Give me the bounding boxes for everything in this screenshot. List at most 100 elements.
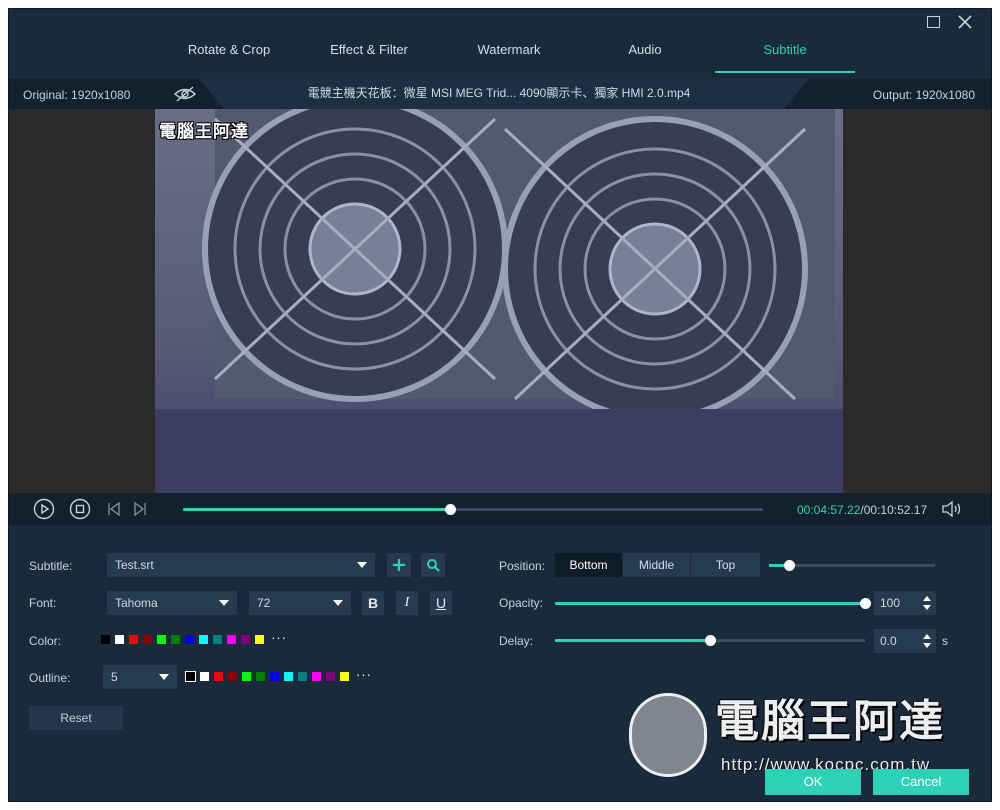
color-swatch[interactable]: [199, 635, 208, 644]
fans-image: [155, 109, 843, 493]
seek-slider[interactable]: [183, 504, 763, 515]
color-swatch[interactable]: [326, 672, 335, 681]
play-icon[interactable]: [33, 498, 55, 520]
position-middle-button[interactable]: Middle: [623, 553, 691, 577]
color-swatch[interactable]: [227, 635, 236, 644]
color-swatch[interactable]: [284, 672, 293, 681]
position-top-button[interactable]: Top: [691, 553, 761, 577]
color-swatch[interactable]: [185, 635, 194, 644]
video-preview: 電腦王阿達: [9, 109, 991, 493]
mascot-logo: [629, 693, 707, 777]
preview-watermark: 電腦王阿達: [159, 122, 249, 141]
color-swatch[interactable]: [213, 635, 222, 644]
decrement-arrow-icon[interactable]: [923, 605, 931, 610]
delay-value: 0.0: [880, 634, 897, 648]
font-color-palette: ···: [101, 630, 311, 645]
chevron-down-icon: [333, 600, 343, 606]
position-offset-slider[interactable]: [769, 560, 935, 571]
original-resolution: Original: 1920x1080: [23, 88, 131, 102]
color-swatch[interactable]: [200, 672, 209, 681]
outline-width-value: 5: [111, 670, 118, 684]
subtitle-label: Subtitle:: [29, 559, 73, 573]
decrement-arrow-icon[interactable]: [923, 643, 931, 648]
position-offset-handle[interactable]: [783, 560, 795, 571]
seek-handle[interactable]: [444, 504, 456, 515]
stop-icon[interactable]: [69, 498, 91, 520]
tab-subtitle[interactable]: Subtitle: [715, 37, 855, 73]
tab-rotate-crop[interactable]: Rotate & Crop: [159, 37, 299, 73]
color-swatch[interactable]: [256, 672, 265, 681]
eye-off-icon[interactable]: [174, 86, 196, 102]
color-swatch[interactable]: [214, 672, 223, 681]
color-swatch[interactable]: [143, 635, 152, 644]
tab-bar: Rotate & Crop Effect & Filter Watermark …: [159, 37, 859, 73]
next-frame-icon[interactable]: [129, 498, 151, 520]
color-swatch[interactable]: [101, 635, 110, 644]
color-swatch[interactable]: [129, 635, 138, 644]
opacity-label: Opacity:: [499, 596, 544, 610]
color-swatch[interactable]: [228, 672, 237, 681]
seek-progress: [183, 508, 450, 511]
tab-audio[interactable]: Audio: [575, 37, 715, 73]
subtitle-file-select[interactable]: Test.srt: [107, 553, 375, 577]
delay-unit: s: [942, 634, 948, 648]
underline-button[interactable]: U: [430, 591, 452, 615]
color-swatch[interactable]: [312, 672, 321, 681]
color-swatch[interactable]: [255, 635, 264, 644]
chevron-down-icon: [357, 562, 367, 568]
color-swatch[interactable]: [298, 672, 307, 681]
ok-button[interactable]: OK: [765, 769, 861, 795]
font-size-select[interactable]: 72: [249, 591, 351, 615]
left-fan: [202, 109, 508, 402]
opacity-handle[interactable]: [860, 598, 871, 609]
outline-width-select[interactable]: 5: [103, 665, 177, 689]
close-button[interactable]: [955, 12, 975, 32]
italic-button[interactable]: I: [396, 591, 418, 615]
position-segmented-control: Bottom Middle Top: [555, 553, 761, 577]
color-swatch[interactable]: [171, 635, 180, 644]
volume-icon[interactable]: [941, 499, 963, 519]
position-bottom-button[interactable]: Bottom: [555, 553, 623, 577]
color-swatch[interactable]: [270, 672, 279, 681]
cancel-button[interactable]: Cancel: [873, 769, 969, 795]
reset-button[interactable]: Reset: [29, 706, 123, 730]
current-time: 00:04:57.22: [797, 503, 861, 517]
font-family-value: Tahoma: [115, 596, 158, 610]
color-swatch[interactable]: [340, 672, 349, 681]
maximize-button[interactable]: [923, 12, 943, 32]
delay-handle[interactable]: [705, 635, 716, 646]
opacity-slider[interactable]: [555, 598, 871, 609]
subtitle-editor-window: Rotate & Crop Effect & Filter Watermark …: [8, 8, 992, 802]
font-label: Font:: [29, 596, 57, 610]
tab-effect-filter[interactable]: Effect & Filter: [299, 37, 439, 73]
color-swatch[interactable]: [242, 672, 251, 681]
bold-button[interactable]: B: [362, 591, 384, 615]
delay-slider[interactable]: [555, 635, 865, 646]
outline-label: Outline:: [29, 671, 71, 685]
position-label: Position:: [499, 559, 546, 573]
color-swatch[interactable]: [241, 635, 250, 644]
more-colors-button[interactable]: ···: [271, 630, 287, 645]
brand-title: 電腦王阿達: [715, 697, 945, 746]
time-display: 00:04:57.22/00:10:52.17: [797, 503, 927, 517]
color-swatch[interactable]: [185, 671, 196, 682]
previous-frame-icon[interactable]: [103, 498, 125, 520]
delay-fill: [555, 639, 710, 642]
color-swatch[interactable]: [115, 635, 124, 644]
video-filename: 電競主機天花板：微星 MSI MEG Trid... 4090顯示卡、獨家 HM…: [307, 86, 691, 100]
font-family-select[interactable]: Tahoma: [107, 591, 237, 615]
color-swatch[interactable]: [157, 635, 166, 644]
more-outline-colors-button[interactable]: ···: [356, 667, 372, 682]
font-size-value: 72: [257, 596, 271, 610]
opacity-value: 100: [880, 596, 901, 610]
increment-arrow-icon[interactable]: [923, 634, 931, 639]
subtitle-file-value: Test.srt: [115, 558, 154, 572]
add-subtitle-button[interactable]: [387, 553, 411, 577]
delay-label: Delay:: [499, 634, 534, 648]
delay-spinbox[interactable]: 0.0: [874, 629, 936, 653]
search-subtitle-button[interactable]: [421, 553, 445, 577]
increment-arrow-icon[interactable]: [923, 596, 931, 601]
opacity-spinbox[interactable]: 100: [874, 591, 936, 615]
tab-watermark[interactable]: Watermark: [439, 37, 579, 73]
close-icon: [958, 15, 972, 29]
